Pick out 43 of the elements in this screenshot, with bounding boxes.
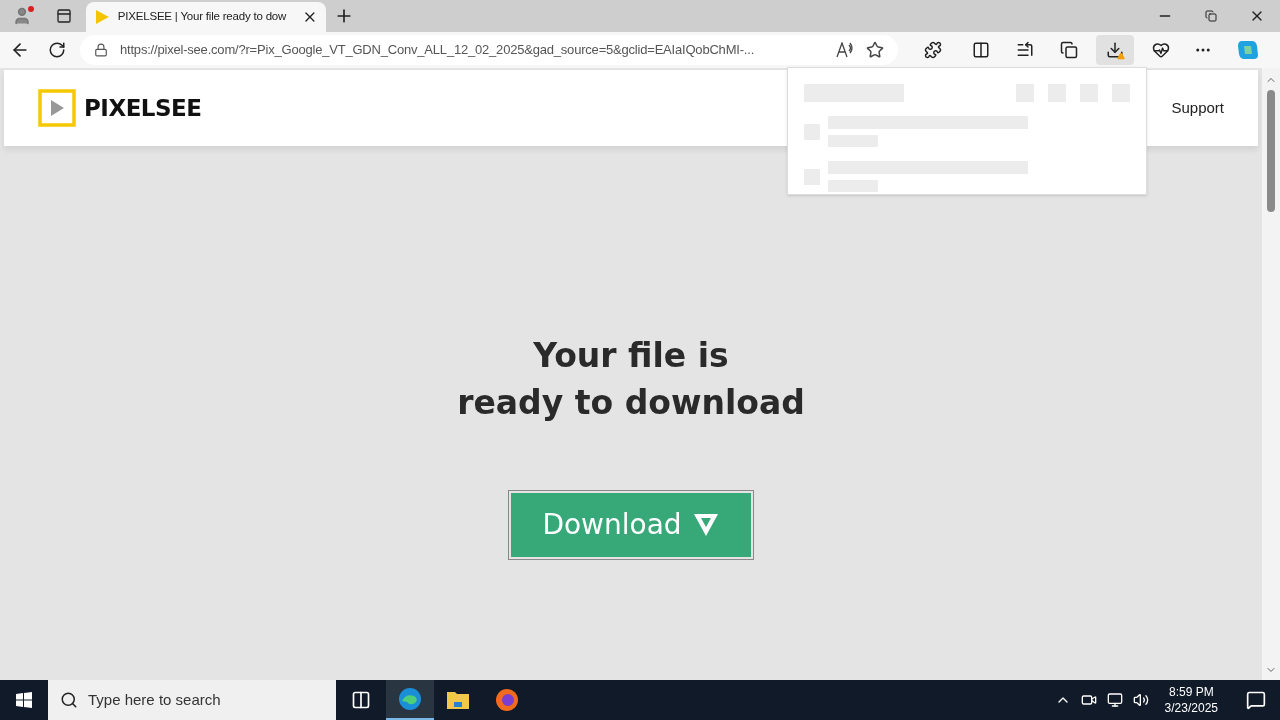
lock-icon bbox=[94, 43, 108, 57]
tab-title: PIXELSEE | Your file ready to dow bbox=[117, 9, 287, 25]
split-screen-icon[interactable] bbox=[972, 41, 990, 59]
nav-link[interactable]: Support bbox=[1171, 96, 1224, 120]
camera-icon[interactable] bbox=[1080, 692, 1097, 708]
browser-app-icon bbox=[398, 687, 422, 711]
taskbar-search-field[interactable]: Type here to search bbox=[48, 680, 336, 720]
play-icon bbox=[94, 9, 110, 25]
browser-tab[interactable]: PIXELSEE | Your file ready to dow bbox=[86, 2, 326, 32]
scrollbar[interactable] bbox=[1262, 68, 1280, 680]
logo-icon bbox=[38, 89, 76, 127]
windows-start-icon[interactable] bbox=[16, 692, 32, 708]
download-icon bbox=[1106, 41, 1124, 59]
url-text: https://pixel-see.com/?r=Pix_Google_VT_GDN_Conv_ALL_12_02_2025&gad_source=5&gclid=EAIaIQobChMI-... bbox=[120, 41, 756, 60]
copilot-icon[interactable] bbox=[1236, 38, 1260, 62]
read-aloud-icon[interactable] bbox=[836, 42, 854, 58]
collections-icon[interactable] bbox=[1060, 41, 1078, 59]
page-heading: Your file is bbox=[533, 335, 729, 377]
refresh-icon[interactable] bbox=[48, 41, 66, 59]
page-heading: ready to download bbox=[457, 382, 805, 424]
folder-icon[interactable] bbox=[446, 690, 470, 710]
task-view-icon[interactable] bbox=[351, 690, 371, 710]
downloads-button[interactable] bbox=[1096, 35, 1134, 65]
clock-date[interactable]: 3/23/2025 bbox=[1164, 700, 1218, 716]
profile-icon[interactable] bbox=[12, 6, 32, 26]
volume-icon[interactable] bbox=[1132, 692, 1149, 708]
clock-time[interactable]: 8:59 PM bbox=[1168, 684, 1214, 700]
tab-actions-icon[interactable] bbox=[56, 8, 72, 24]
warning-icon bbox=[1117, 52, 1125, 60]
search-placeholder: Type here to search bbox=[88, 689, 221, 710]
network-icon[interactable] bbox=[1106, 692, 1123, 708]
search-icon bbox=[60, 691, 78, 709]
down-triangle-icon bbox=[691, 512, 720, 538]
extensions-icon[interactable] bbox=[924, 41, 942, 59]
browser-essentials-icon[interactable] bbox=[1152, 41, 1170, 59]
restore-icon[interactable] bbox=[1205, 10, 1217, 22]
address-bar[interactable]: https://pixel-see.com/?r=Pix_Google_VT_GDN_Conv_ALL_12_02_2025&gad_source=5&gclid=EAIaIQobChMI-... bbox=[80, 35, 898, 65]
scroll-thumb[interactable] bbox=[1267, 90, 1275, 212]
favorite-icon[interactable] bbox=[866, 41, 884, 59]
taskbar-app[interactable] bbox=[386, 680, 434, 720]
notifications-icon[interactable] bbox=[1246, 690, 1266, 710]
site-logo-text: PIXELSEE bbox=[84, 93, 202, 123]
favorites-icon[interactable] bbox=[1016, 41, 1034, 59]
